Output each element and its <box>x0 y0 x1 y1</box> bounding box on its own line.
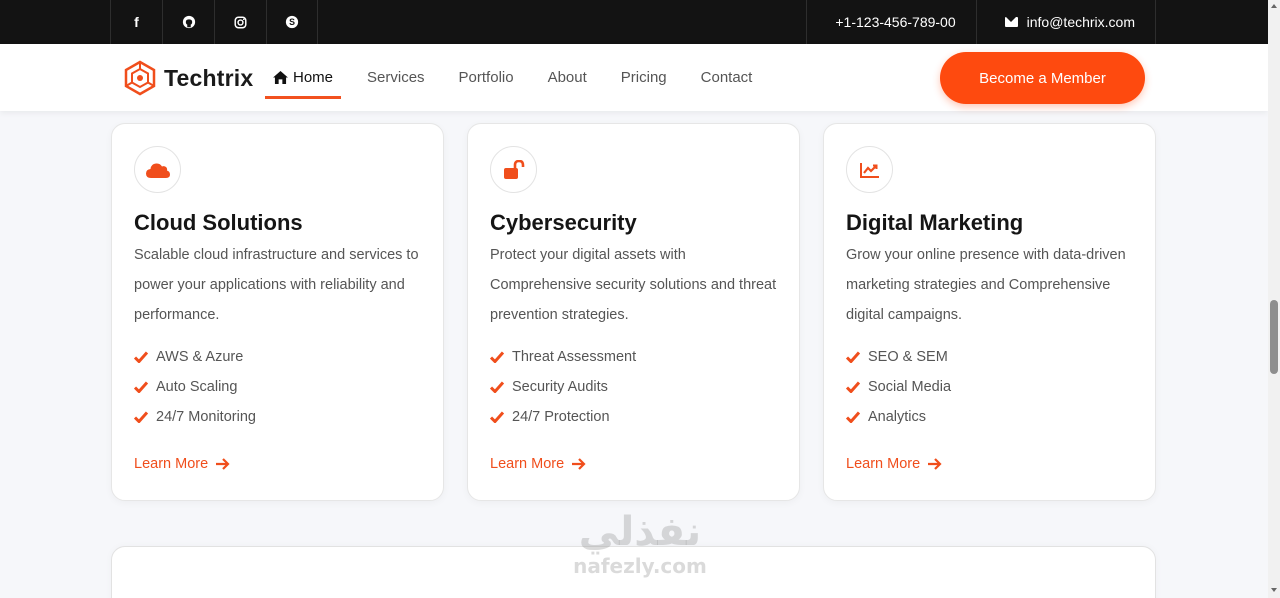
card-title: Cloud Solutions <box>134 210 303 235</box>
top-bar: f S +1-123-456-789-00 info@techrix.com <box>0 0 1268 44</box>
phone-number[interactable]: +1-123-456-789-00 <box>806 0 975 44</box>
nav-item-pricing[interactable]: Pricing <box>621 44 667 111</box>
facebook-icon[interactable]: f <box>110 0 162 44</box>
nav-item-label: Home <box>293 69 334 86</box>
check-icon <box>134 351 148 363</box>
feature-label: AWS & Azure <box>156 349 244 365</box>
service-card-cybersecurity: Cybersecurity Protect your digital asset… <box>467 123 800 501</box>
logo-icon <box>124 60 156 96</box>
feature-label: SEO & SEM <box>868 349 948 365</box>
feature-label: Analytics <box>868 409 927 425</box>
link-label: Learn More <box>134 456 209 472</box>
email-address: info@techrix.com <box>1026 14 1135 30</box>
skype-icon[interactable]: S <box>266 0 318 44</box>
email-contact[interactable]: info@techrix.com <box>975 0 1156 44</box>
scroll-down-arrow[interactable] <box>1271 588 1277 592</box>
learn-more-link[interactable]: Learn More <box>134 456 230 472</box>
feature-label: 24/7 Monitoring <box>156 409 256 425</box>
check-icon <box>490 351 504 363</box>
chart-line-icon <box>846 146 893 193</box>
arrow-right-icon <box>928 458 942 470</box>
instagram-icon[interactable] <box>214 0 266 44</box>
list-item: Security Audits <box>490 372 636 402</box>
feature-list: Threat Assessment Security Audits 24/7 P… <box>490 342 636 432</box>
cloud-icon <box>134 146 181 193</box>
scrollbar-thumb[interactable] <box>1270 300 1278 374</box>
card-description: Grow your online presence with data-driv… <box>846 247 1126 323</box>
check-icon <box>134 381 148 393</box>
list-item: AWS & Azure <box>134 342 256 372</box>
list-item: Social Media <box>846 372 951 402</box>
feature-label: Security Audits <box>512 379 608 395</box>
service-card-cloud: Cloud Solutions Scalable cloud infrastru… <box>111 123 444 501</box>
arrow-right-icon <box>216 458 230 470</box>
nav-item-contact[interactable]: Contact <box>701 44 753 111</box>
nav-item-services[interactable]: Services <box>367 44 425 111</box>
nav-item-home[interactable]: Home <box>265 44 342 111</box>
page-scrollbar[interactable] <box>1268 0 1280 598</box>
list-item: Auto Scaling <box>134 372 256 402</box>
become-member-button[interactable]: Become a Member <box>940 52 1145 104</box>
check-icon <box>846 411 860 423</box>
scroll-up-arrow[interactable] <box>1271 4 1277 8</box>
card-description: Scalable cloud infrastructure and servic… <box>134 247 419 323</box>
watermark-arabic: نفذلي <box>578 509 702 555</box>
list-item: 24/7 Protection <box>490 402 636 432</box>
brand-logo[interactable]: Techtrix <box>122 60 253 96</box>
feature-label: Auto Scaling <box>156 379 238 395</box>
check-icon <box>490 411 504 423</box>
unlock-icon <box>490 146 537 193</box>
github-icon[interactable] <box>162 0 214 44</box>
nav-menu: Home Services Portfolio About Pricing Co… <box>265 44 786 111</box>
svg-text:S: S <box>289 17 295 27</box>
card-title: Digital Marketing <box>846 210 1024 235</box>
check-icon <box>846 381 860 393</box>
nav-item-about[interactable]: About <box>548 44 587 111</box>
feature-label: 24/7 Protection <box>512 409 610 425</box>
list-item: SEO & SEM <box>846 342 951 372</box>
list-item: Analytics <box>846 402 951 432</box>
contact-info: +1-123-456-789-00 info@techrix.com <box>806 0 1156 44</box>
feature-label: Threat Assessment <box>512 349 637 365</box>
social-links: f S <box>110 0 318 44</box>
link-label: Learn More <box>846 456 921 472</box>
home-icon <box>273 71 288 84</box>
main-navbar: Techtrix Home Services Portfolio About P… <box>0 44 1268 111</box>
card-title: Cybersecurity <box>490 210 637 235</box>
brand-name: Techtrix <box>164 64 254 91</box>
list-item: 24/7 Monitoring <box>134 402 256 432</box>
feature-label: Social Media <box>868 379 952 395</box>
check-icon <box>490 381 504 393</box>
arrow-right-icon <box>572 458 586 470</box>
service-card-digital-marketing: Digital Marketing Grow your online prese… <box>823 123 1156 501</box>
check-icon <box>134 411 148 423</box>
card-description: Protect your digital assets with Compreh… <box>490 247 777 323</box>
check-icon <box>846 351 860 363</box>
feature-list: AWS & Azure Auto Scaling 24/7 Monitoring <box>134 342 256 432</box>
nav-item-portfolio[interactable]: Portfolio <box>459 44 514 111</box>
feature-list: SEO & SEM Social Media Analytics <box>846 342 951 432</box>
watermark-latin: nafezly.com <box>573 554 707 578</box>
envelope-icon <box>1004 17 1018 27</box>
list-item: Threat Assessment <box>490 342 636 372</box>
link-label: Learn More <box>490 456 565 472</box>
learn-more-link[interactable]: Learn More <box>490 456 586 472</box>
watermark: نفذلي nafezly.com <box>560 510 720 578</box>
learn-more-link[interactable]: Learn More <box>846 456 942 472</box>
